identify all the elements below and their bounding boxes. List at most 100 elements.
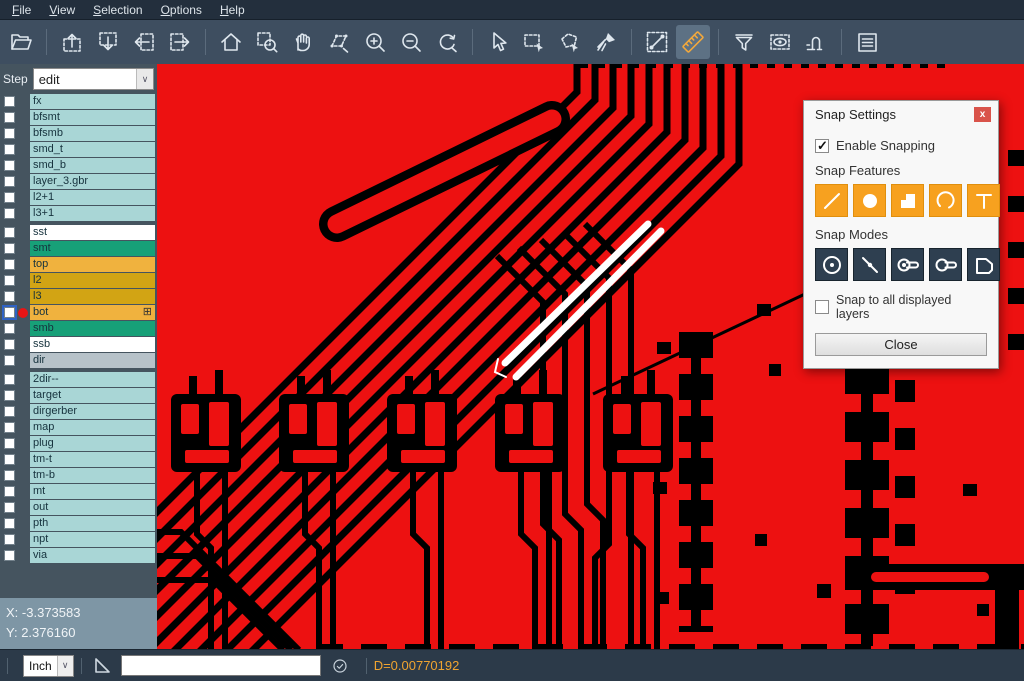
layer-visibility-checkbox[interactable] <box>4 307 15 318</box>
snap-outline-button[interactable] <box>967 248 1000 281</box>
layer-row-label[interactable]: l3+1 <box>30 206 155 221</box>
layer-row-label[interactable]: smt <box>30 241 155 256</box>
layer-row-label[interactable]: dirgerber <box>30 404 155 419</box>
layer-row-label[interactable]: target <box>30 388 155 403</box>
layer-row-label[interactable]: via <box>30 548 155 563</box>
layer-visibility-checkbox[interactable] <box>4 144 15 155</box>
layer-visibility-checkbox[interactable] <box>4 192 15 203</box>
snap-line-button[interactable] <box>815 184 848 217</box>
snap-text-button[interactable] <box>967 184 1000 217</box>
layer-row-label[interactable]: bfsmt <box>30 110 155 125</box>
dialog-title-bar[interactable]: Snap Settings x <box>804 101 998 128</box>
layer-visibility-checkbox[interactable] <box>4 406 15 417</box>
layer-row-label[interactable]: bfsmb <box>30 126 155 141</box>
zoom-out-button[interactable] <box>394 25 428 59</box>
layer-visibility-checkbox[interactable] <box>4 128 15 139</box>
snap-pad-with-hole-button[interactable] <box>891 248 924 281</box>
layer-row-label[interactable]: 2dir-- <box>30 372 155 387</box>
layer-row-label[interactable]: ssb <box>30 337 155 352</box>
clean-brush-button[interactable] <box>589 25 623 59</box>
snap-button[interactable] <box>799 25 833 59</box>
layer-row-label[interactable]: l2 <box>30 273 155 288</box>
layer-visibility-checkbox[interactable] <box>4 208 15 219</box>
shift-up-button[interactable] <box>55 25 89 59</box>
layer-row-label[interactable]: tm-b <box>30 468 155 483</box>
zoom-reset-button[interactable] <box>430 25 464 59</box>
layer-row-label[interactable]: smd_t <box>30 142 155 157</box>
select-poly-button[interactable] <box>553 25 587 59</box>
layer-row-label[interactable]: l3 <box>30 289 155 304</box>
layer-visibility-checkbox[interactable] <box>4 227 15 238</box>
layer-visibility-checkbox[interactable] <box>4 390 15 401</box>
step-dropdown[interactable]: edit <box>33 68 154 90</box>
layer-visibility-checkbox[interactable] <box>4 422 15 433</box>
layer-row-label[interactable]: smb <box>30 321 155 336</box>
layer-visibility-checkbox[interactable] <box>4 243 15 254</box>
select-arrow-button[interactable] <box>481 25 515 59</box>
layer-form-button[interactable] <box>850 25 884 59</box>
layer-visibility-checkbox[interactable] <box>4 470 15 481</box>
snap-surface-button[interactable] <box>891 184 924 217</box>
view-box-button[interactable] <box>763 25 797 59</box>
enable-snapping-checkbox[interactable] <box>815 139 829 153</box>
measure-line-button[interactable] <box>640 25 674 59</box>
menu-view[interactable]: View <box>40 3 84 17</box>
layer-visibility-checkbox[interactable] <box>4 438 15 449</box>
select-rect-button[interactable] <box>517 25 551 59</box>
layer-row-label[interactable]: out <box>30 500 155 515</box>
layer-visibility-checkbox[interactable] <box>4 291 15 302</box>
shift-right-button[interactable] <box>163 25 197 59</box>
layer-visibility-checkbox[interactable] <box>4 275 15 286</box>
layer-row-label[interactable]: smd_b <box>30 158 155 173</box>
layer-row-label[interactable]: layer_3.gbr <box>30 174 155 189</box>
snap-circle-button[interactable] <box>853 184 886 217</box>
angle-measure-icon[interactable] <box>91 654 115 678</box>
layer-row-label[interactable]: npt <box>30 532 155 547</box>
layer-visibility-checkbox[interactable] <box>4 96 15 107</box>
zoom-in-button[interactable] <box>358 25 392 59</box>
menu-selection[interactable]: Selection <box>84 3 151 17</box>
open-file-button[interactable] <box>4 25 38 59</box>
layer-visibility-checkbox[interactable] <box>4 112 15 123</box>
close-button[interactable]: Close <box>815 333 987 356</box>
unit-dropdown[interactable]: Inch <box>23 655 74 677</box>
menu-help[interactable]: Help <box>211 3 254 17</box>
layer-visibility-checkbox[interactable] <box>4 518 15 529</box>
menu-options[interactable]: Options <box>152 3 211 17</box>
layer-visibility-checkbox[interactable] <box>4 374 15 385</box>
zoom-window-button[interactable] <box>322 25 356 59</box>
layer-row-label[interactable]: plug <box>30 436 155 451</box>
layer-visibility-checkbox[interactable] <box>4 550 15 561</box>
layer-row-label[interactable]: pth <box>30 516 155 531</box>
snap-center-button[interactable] <box>815 248 848 281</box>
layer-row-label[interactable]: fx <box>30 94 155 109</box>
layer-visibility-checkbox[interactable] <box>4 323 15 334</box>
shift-down-button[interactable] <box>91 25 125 59</box>
layer-visibility-checkbox[interactable] <box>4 259 15 270</box>
snap-point-button[interactable] <box>853 248 886 281</box>
home-view-button[interactable] <box>214 25 248 59</box>
ruler-button[interactable] <box>676 25 710 59</box>
layer-visibility-checkbox[interactable] <box>4 160 15 171</box>
menu-file[interactable]: File <box>3 3 40 17</box>
refresh-check-icon[interactable] <box>331 657 349 675</box>
shift-left-button[interactable] <box>127 25 161 59</box>
layer-row-label[interactable]: sst <box>30 225 155 240</box>
layer-row-label[interactable]: top <box>30 257 155 272</box>
pan-hand-button[interactable] <box>286 25 320 59</box>
layer-row-label[interactable]: bot⊞ <box>30 305 155 320</box>
layer-visibility-checkbox[interactable] <box>4 534 15 545</box>
layer-visibility-checkbox[interactable] <box>4 502 15 513</box>
close-icon[interactable]: x <box>974 107 991 122</box>
layer-visibility-checkbox[interactable] <box>4 176 15 187</box>
layer-visibility-checkbox[interactable] <box>4 454 15 465</box>
snap-arc-button[interactable] <box>929 184 962 217</box>
zoom-area-button[interactable] <box>250 25 284 59</box>
snap-all-layers-checkbox[interactable] <box>815 300 829 314</box>
layer-visibility-checkbox[interactable] <box>4 486 15 497</box>
layer-row-label[interactable]: tm-t <box>30 452 155 467</box>
layer-row-label[interactable]: dir <box>30 353 155 368</box>
snap-pad-outline-button[interactable] <box>929 248 962 281</box>
filter-button[interactable] <box>727 25 761 59</box>
layer-row-label[interactable]: mt <box>30 484 155 499</box>
